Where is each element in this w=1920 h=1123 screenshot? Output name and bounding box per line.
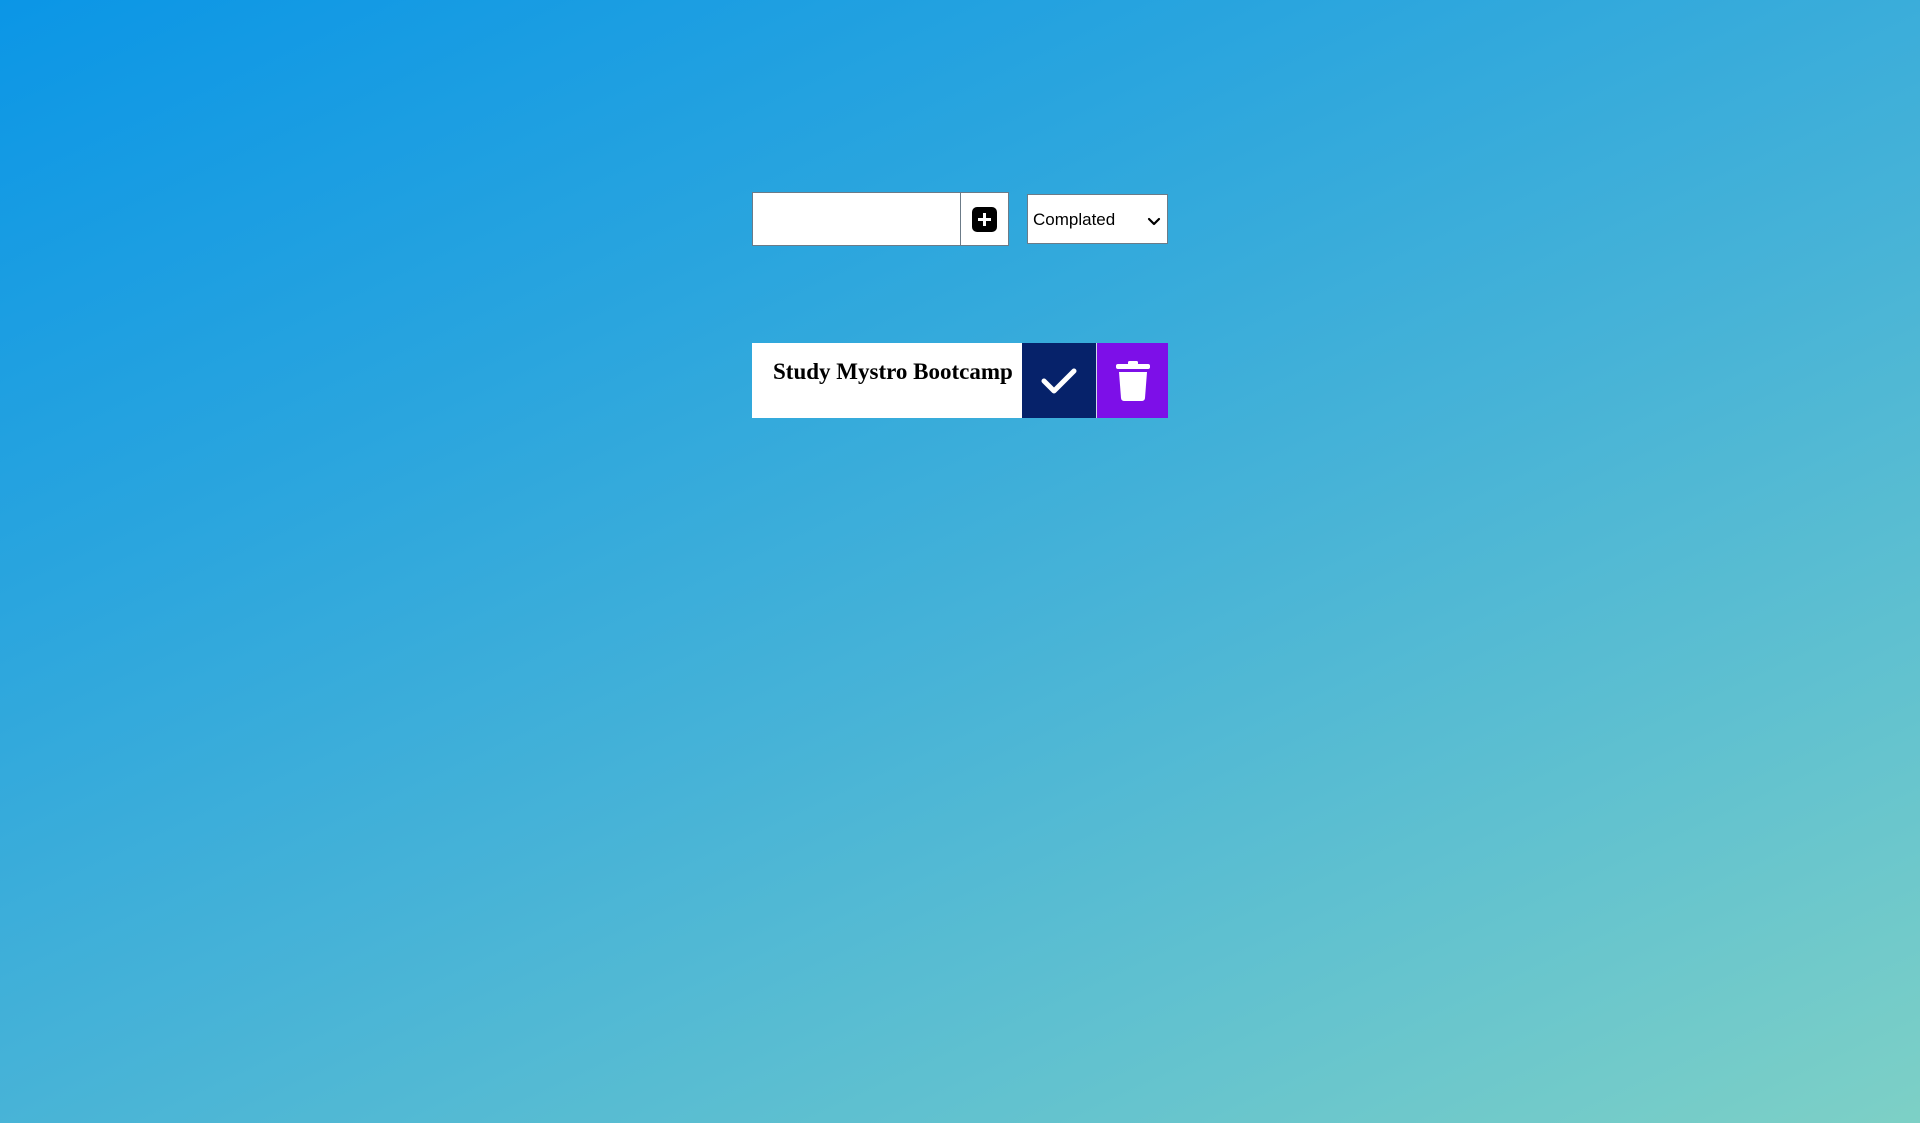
filter-select[interactable]: Complated — [1028, 195, 1167, 243]
todo-text: Study Mystro Bootcamp — [752, 343, 1022, 418]
todo-form: Complated — [752, 192, 1168, 246]
trash-icon — [1115, 360, 1150, 401]
todo-input[interactable] — [752, 192, 960, 246]
add-todo-button[interactable] — [960, 192, 1009, 246]
check-icon — [1041, 368, 1077, 393]
complete-button[interactable] — [1022, 343, 1097, 418]
filter-select-wrapper[interactable]: Complated — [1027, 194, 1168, 244]
delete-button[interactable] — [1097, 343, 1168, 418]
plus-square-icon — [972, 206, 997, 232]
todo-item: Study Mystro Bootcamp — [752, 343, 1168, 418]
todo-list: Study Mystro Bootcamp — [752, 343, 1168, 418]
